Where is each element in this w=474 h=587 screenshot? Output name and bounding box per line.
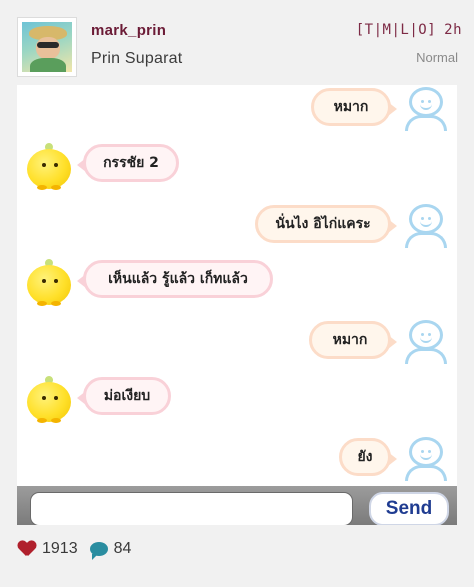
nav-link-o[interactable]: O bbox=[418, 22, 427, 38]
comment-icon[interactable] bbox=[89, 542, 108, 560]
chat-row: นั่นไง อิไก่แคระ bbox=[17, 202, 457, 258]
chat-row: หมาก bbox=[17, 85, 457, 141]
chat-input-bar: Send bbox=[17, 486, 457, 525]
bot-avatar-icon bbox=[25, 257, 75, 307]
chat-bubble-right: ยัง bbox=[339, 438, 397, 476]
chat-bubble-left: กรรชัย 2 bbox=[77, 144, 179, 182]
chat-bubble-right: หมาก bbox=[309, 321, 397, 359]
nav-links: [ T | M | L | O ] 2h bbox=[356, 22, 462, 38]
nav-link-l[interactable]: L bbox=[400, 22, 409, 38]
send-button: Send bbox=[369, 492, 449, 525]
chat-bubble-left: ม่อเงียบ bbox=[77, 377, 171, 415]
user-avatar-icon bbox=[405, 320, 447, 364]
chat-bubble-right: นั่นไง อิไก่แคระ bbox=[255, 205, 397, 243]
bot-avatar-icon bbox=[25, 374, 75, 424]
nav-separator: | bbox=[409, 22, 419, 38]
user-avatar-icon bbox=[405, 437, 447, 481]
like-count[interactable]: 1913 bbox=[42, 540, 78, 558]
chat-bubble-left: เห็นแล้ว รู้แล้ว เก็ทแล้ว bbox=[77, 260, 273, 298]
username[interactable]: mark_prin bbox=[91, 22, 166, 39]
post-header: mark_prin Prin Suparat [ T | M | L | O ]… bbox=[0, 0, 474, 84]
chat-row: ม่อเงียบ bbox=[17, 374, 457, 430]
post-time[interactable]: 2h bbox=[444, 22, 462, 38]
avatar[interactable] bbox=[17, 17, 77, 77]
post-footer: 1913 84 bbox=[18, 537, 131, 561]
chat-row: เห็นแล้ว รู้แล้ว เก็ทแล้ว bbox=[17, 257, 457, 313]
comment-count[interactable]: 84 bbox=[114, 540, 132, 558]
full-name: Prin Suparat bbox=[91, 50, 183, 67]
chat-bubble-right: หมาก bbox=[311, 88, 397, 126]
user-avatar-icon bbox=[405, 87, 447, 131]
message-input bbox=[30, 492, 353, 525]
nav-link-m[interactable]: M bbox=[383, 22, 392, 38]
chat-row: กรรชัย 2 bbox=[17, 141, 457, 197]
nav-link-t[interactable]: T bbox=[365, 22, 374, 38]
avatar-image bbox=[22, 22, 72, 72]
nav-separator: | bbox=[391, 22, 401, 38]
chat-row: หมาก bbox=[17, 318, 457, 374]
filter-label: Normal bbox=[416, 50, 458, 65]
chat-screenshot: หมาก กรรชัย 2 นั่นไง อิไก่แคระ เห็นแล้ว … bbox=[17, 85, 457, 525]
chat-row: ยัง bbox=[17, 435, 457, 491]
nav-close-bracket: ] bbox=[427, 22, 437, 38]
nav-separator: | bbox=[373, 22, 383, 38]
bot-avatar-icon bbox=[25, 141, 75, 191]
user-avatar-icon bbox=[405, 204, 447, 248]
heart-icon[interactable] bbox=[18, 541, 36, 557]
nav-open-bracket: [ bbox=[355, 22, 365, 38]
